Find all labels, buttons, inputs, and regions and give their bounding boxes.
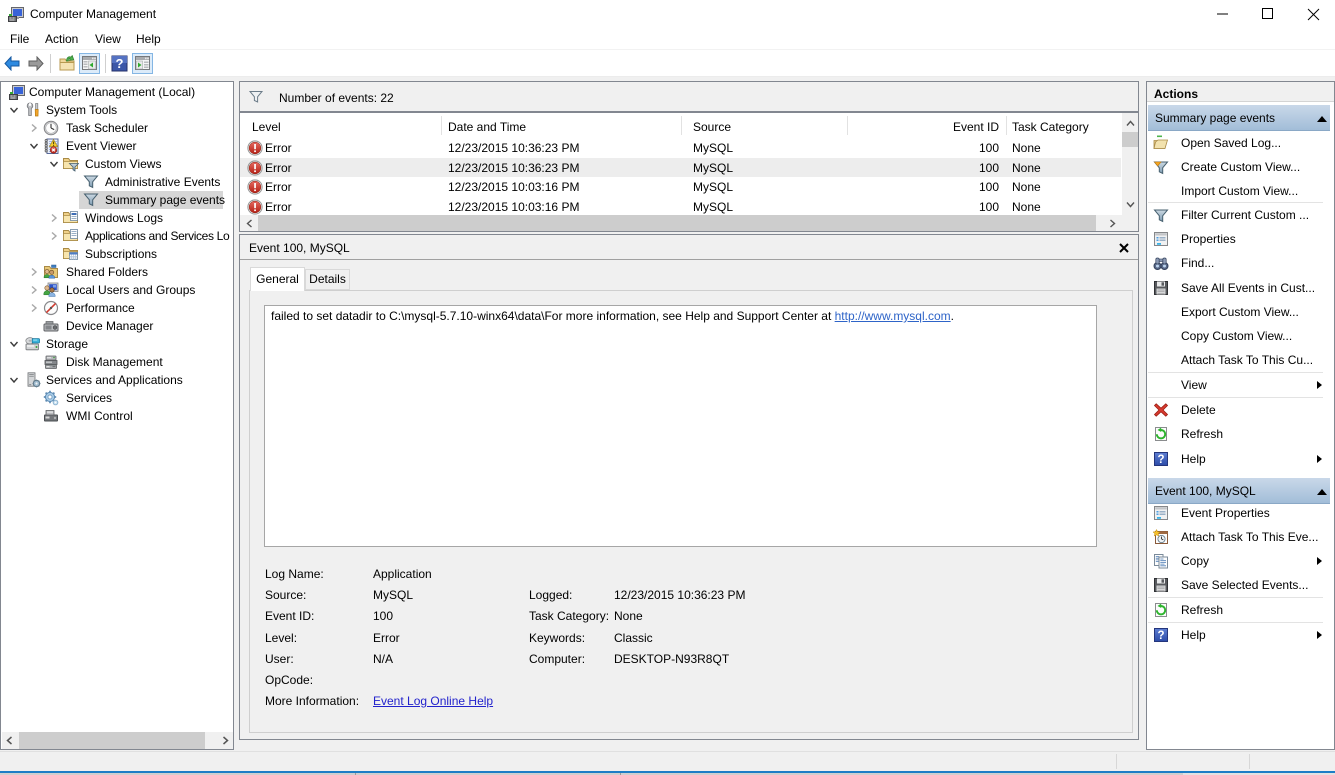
svg-text:?: ? (116, 56, 124, 71)
svg-text:?: ? (1157, 630, 1164, 642)
svg-text:?: ? (1157, 454, 1164, 466)
